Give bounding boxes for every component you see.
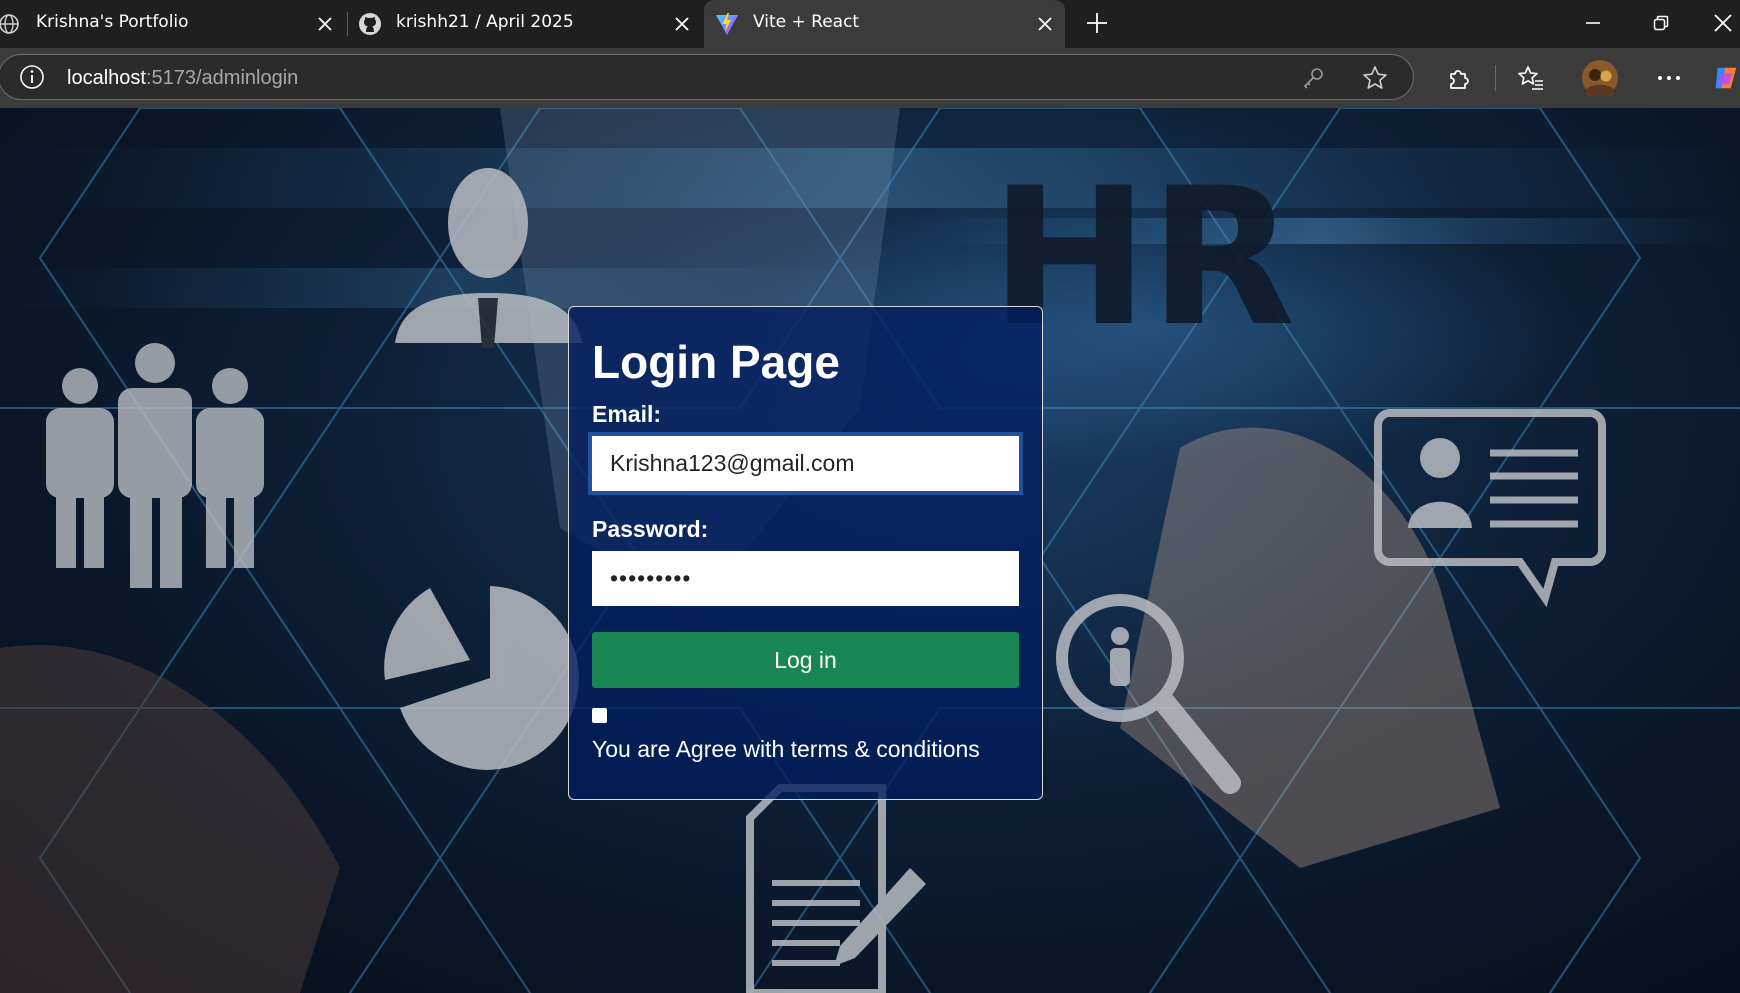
minimize-icon bbox=[1586, 22, 1600, 24]
globe-icon bbox=[0, 13, 20, 40]
toolbar-divider bbox=[1495, 65, 1496, 91]
tab-divider bbox=[347, 12, 348, 36]
email-field[interactable] bbox=[592, 436, 1019, 491]
plus-icon bbox=[1087, 13, 1107, 33]
tab-vite-react[interactable]: Vite + React bbox=[704, 0, 1065, 48]
terms-checkbox[interactable] bbox=[592, 708, 607, 723]
copilot-icon[interactable] bbox=[1712, 62, 1740, 94]
email-label: Email: bbox=[592, 401, 662, 427]
tab-github[interactable]: krishh21 / April 2025 bbox=[350, 0, 702, 48]
avatar[interactable] bbox=[1582, 60, 1618, 96]
page-viewport: HR Login Page Email: Krishna123@gmail.co… bbox=[0, 108, 1740, 993]
minimize-button[interactable] bbox=[1576, 8, 1610, 38]
close-window-button[interactable] bbox=[1706, 8, 1740, 38]
close-tab-icon[interactable] bbox=[1033, 12, 1057, 36]
favorite-star-icon[interactable] bbox=[1361, 64, 1389, 92]
url-host: localhost bbox=[67, 67, 146, 89]
new-tab-button[interactable] bbox=[1080, 8, 1114, 38]
url-text: localhost:5173/adminlogin bbox=[67, 67, 298, 90]
login-card: Login Page Email: Password: ••••••••• Lo… bbox=[568, 306, 1043, 800]
page-title: Login Page bbox=[592, 336, 840, 388]
restore-icon bbox=[1653, 15, 1669, 31]
address-bar[interactable]: localhost:5173/adminlogin bbox=[0, 54, 1414, 100]
extensions-icon[interactable] bbox=[1444, 63, 1474, 93]
vite-icon bbox=[715, 12, 739, 41]
tab-bar: Krishna's Portfolio krishh21 / April 202… bbox=[0, 0, 1740, 48]
close-tab-icon[interactable] bbox=[313, 12, 337, 36]
login-button[interactable]: Log in bbox=[592, 632, 1019, 688]
tab-title: Krishna's Portfolio bbox=[36, 12, 189, 32]
favorites-icon[interactable] bbox=[1516, 63, 1546, 93]
password-field[interactable]: ••••••••• bbox=[592, 551, 1019, 606]
password-label: Password: bbox=[592, 516, 709, 542]
url-path: :5173/adminlogin bbox=[145, 67, 299, 89]
github-icon bbox=[358, 12, 382, 41]
browser-toolbar: localhost:5173/adminlogin bbox=[0, 48, 1740, 108]
close-icon bbox=[1714, 14, 1732, 32]
key-icon[interactable] bbox=[1301, 66, 1325, 90]
more-menu-icon[interactable] bbox=[1654, 63, 1684, 93]
site-info-icon[interactable] bbox=[19, 64, 45, 90]
tab-title: krishh21 / April 2025 bbox=[396, 12, 574, 32]
tab-title: Vite + React bbox=[753, 12, 860, 32]
tab-krishnas-portfolio[interactable]: Krishna's Portfolio bbox=[0, 0, 345, 48]
close-tab-icon[interactable] bbox=[670, 12, 694, 36]
restore-button[interactable] bbox=[1644, 8, 1678, 38]
terms-label: You are Agree with terms & conditions bbox=[592, 736, 980, 762]
